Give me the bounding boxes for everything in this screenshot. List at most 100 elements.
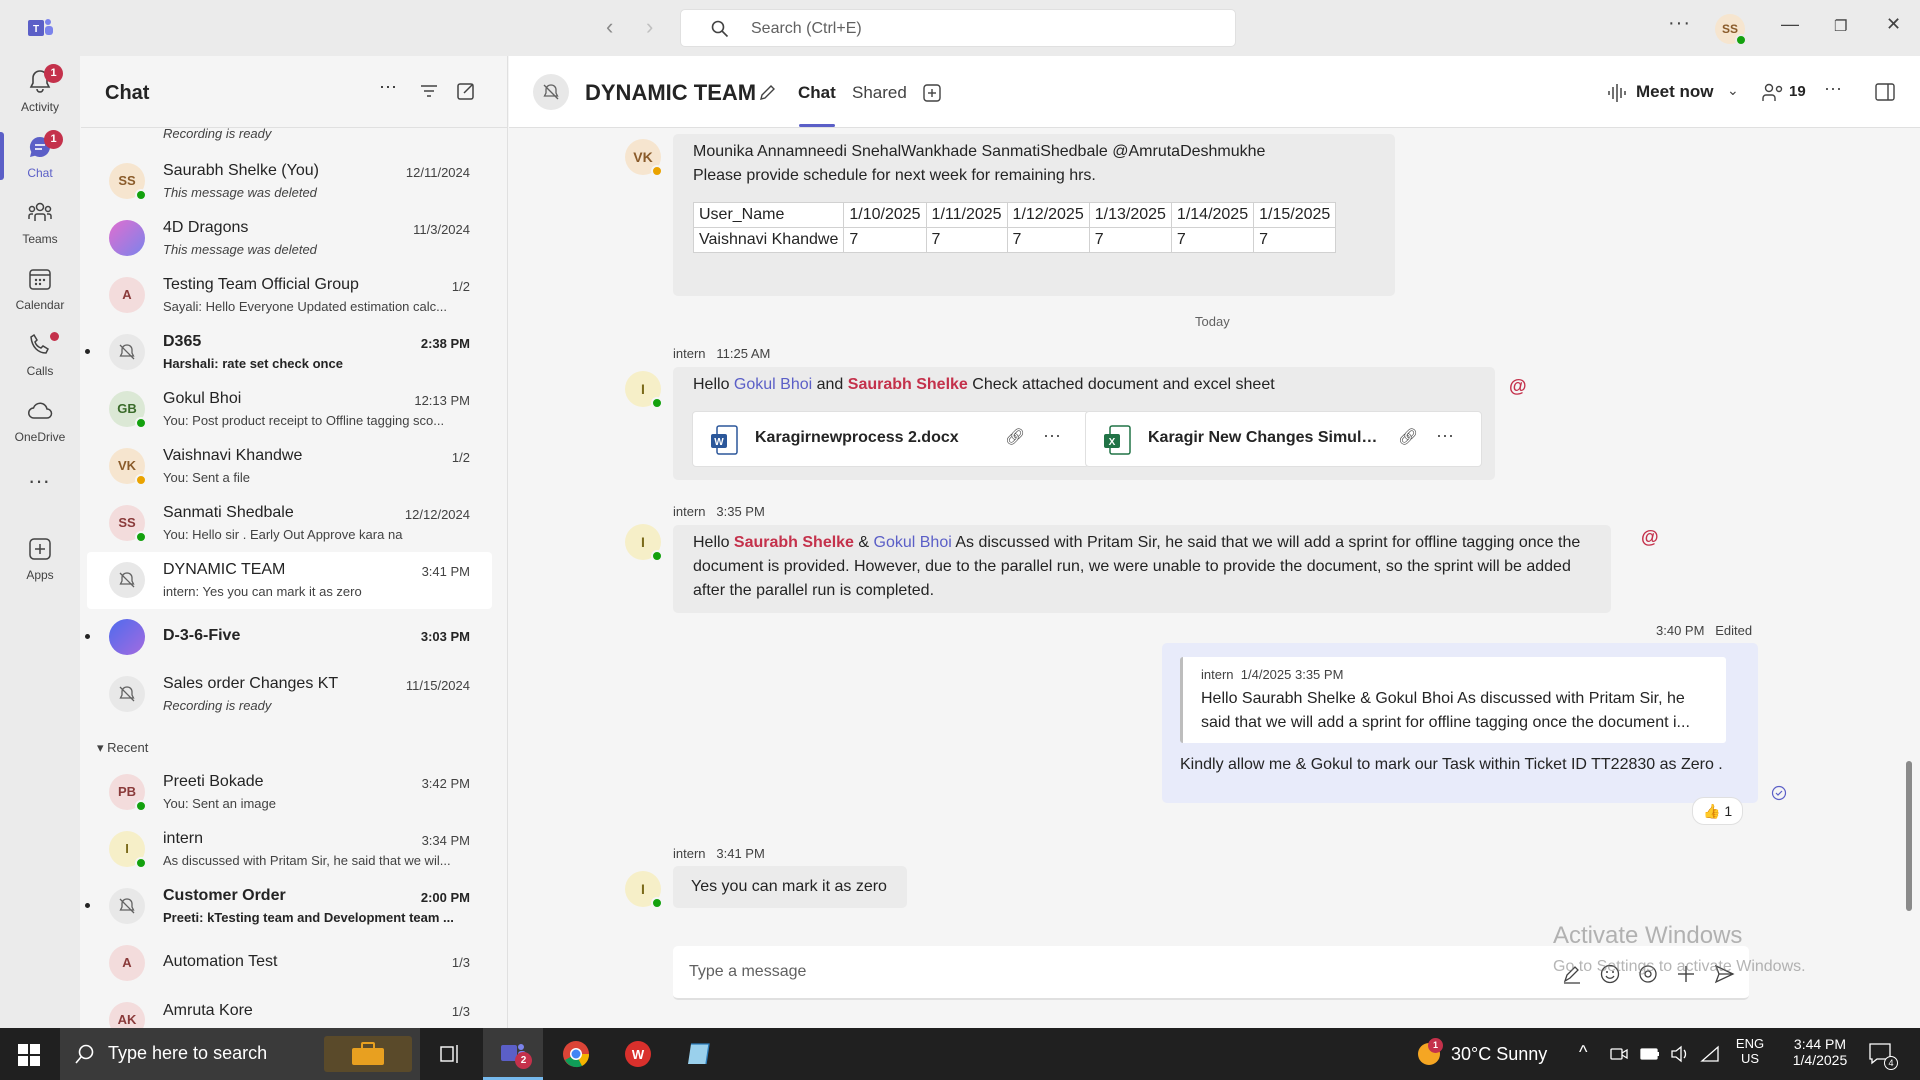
search-box[interactable]: Search (Ctrl+E): [680, 9, 1236, 47]
rail-chat[interactable]: 1 Chat: [0, 128, 80, 192]
meet-now-button[interactable]: Meet now: [1636, 82, 1713, 102]
chat-list-item[interactable]: VK Vaishnavi Khandwe You: Sent a file 1/…: [87, 438, 492, 495]
add-tab-icon[interactable]: [922, 83, 942, 103]
filter-icon[interactable]: [418, 80, 440, 102]
message-bubble-mine[interactable]: intern 1/4/2025 3:35 PM Hello Saurabh Sh…: [1162, 643, 1758, 803]
rail-activity[interactable]: 1 Activity: [0, 62, 80, 126]
user-avatar[interactable]: SS: [1715, 14, 1747, 46]
edit-pencil-icon[interactable]: [758, 82, 778, 102]
chat-list-item[interactable]: D365 Harshali: rate set check once 2:38 …: [85, 324, 492, 381]
cloud-icon: [28, 402, 53, 419]
taskbar-app[interactable]: [670, 1028, 730, 1080]
avatar[interactable]: VK: [625, 139, 663, 177]
clock[interactable]: 3:44 PM 1/4/2025: [1780, 1036, 1860, 1068]
chat-list-item[interactable]: A Testing Team Official Group Sayali: He…: [87, 267, 492, 324]
participants-icon[interactable]: [1761, 82, 1785, 104]
wifi-icon[interactable]: [1700, 1045, 1720, 1063]
teams-logo-icon[interactable]: T: [26, 16, 54, 40]
chat-list-item-selected[interactable]: DYNAMIC TEAM intern: Yes you can mark it…: [87, 552, 492, 609]
chat-list-item[interactable]: 4D Dragons This message was deleted 11/3…: [87, 210, 492, 267]
message-bubble[interactable]: Hello Saurabh Shelke & Gokul Bhoi As dis…: [673, 525, 1611, 613]
rail-more[interactable]: ···: [0, 468, 80, 498]
chat-list-item[interactable]: Customer Order Preeti: kTesting team and…: [85, 878, 492, 935]
windows-start-icon[interactable]: [18, 1044, 40, 1066]
rail-calendar[interactable]: Calendar: [0, 260, 80, 324]
forward-arrow-icon[interactable]: ›: [646, 14, 653, 40]
user-initials: SS: [1721, 22, 1738, 36]
more-options-icon[interactable]: ···: [379, 76, 401, 98]
scrollbar-thumb[interactable]: [1906, 761, 1912, 911]
message-meta: intern 3:41 PM: [673, 846, 765, 861]
chat-list-item[interactable]: Sales order Changes KT Recording is read…: [87, 666, 492, 723]
chat-list-item[interactable]: D-3-6-Five 3:03 PM: [85, 609, 492, 666]
avatar-initials: SS: [118, 173, 136, 188]
search-icon: [711, 20, 729, 38]
show-hidden-icons-chevron[interactable]: ^: [1579, 1042, 1587, 1063]
more-options-icon[interactable]: ···: [1824, 78, 1842, 99]
quoted-reply[interactable]: intern 1/4/2025 3:35 PM Hello Saurabh Sh…: [1180, 657, 1726, 743]
file-attachment-xlsx[interactable]: X Karagir New Changes Simulat... 🔗︎ ···: [1085, 411, 1482, 467]
mention-you[interactable]: Saurabh Shelke: [848, 376, 968, 393]
mention-you[interactable]: Saurabh Shelke: [734, 534, 854, 551]
taskbar-chrome[interactable]: [546, 1028, 606, 1080]
message-time: 3:35 PM: [716, 504, 765, 519]
more-options-icon[interactable]: ···: [1436, 425, 1454, 446]
task-view-button[interactable]: [420, 1028, 480, 1080]
presence-available-icon: [651, 550, 663, 562]
rail-label: Apps: [26, 568, 54, 582]
message-bubble[interactable]: Yes you can mark it as zero: [673, 866, 907, 908]
rail-apps[interactable]: Apps: [0, 530, 80, 594]
chat-list-item[interactable]: AK Amruta Kore 1/3: [87, 992, 492, 1028]
mention-link[interactable]: Gokul Bhoi: [874, 534, 952, 551]
chat-list-item[interactable]: SS Saurabh Shelke (You) This message was…: [87, 153, 492, 210]
avatar[interactable]: I: [625, 524, 663, 562]
search-icon: [75, 1044, 94, 1064]
wps-office-icon: W: [625, 1041, 651, 1067]
open-side-pane-icon[interactable]: [1874, 82, 1896, 102]
tab-chat[interactable]: Chat: [798, 83, 836, 103]
chat-list-item[interactable]: PB Preeti Bokade You: Sent an image 3:42…: [87, 764, 492, 821]
weather-text[interactable]: 30°C Sunny: [1451, 1044, 1547, 1065]
back-arrow-icon[interactable]: ‹: [606, 14, 613, 40]
message-text: Hello Gokul Bhoi and Saurabh Shelke Chec…: [693, 373, 1475, 397]
file-attachment-docx[interactable]: W Karagirnewprocess 2.docx 🔗︎ ···: [692, 411, 1089, 467]
bell-off-icon: [119, 572, 135, 588]
new-chat-icon[interactable]: [455, 80, 477, 102]
unread-dot: [85, 634, 90, 639]
chat-list-item[interactable]: SS Sanmati Shedbale You: Hello sir . Ear…: [87, 495, 492, 552]
chat-list-item[interactable]: A Automation Test 1/3: [87, 935, 492, 992]
restore-icon[interactable]: ❐: [1834, 17, 1847, 35]
rail-calls[interactable]: Calls: [0, 326, 80, 390]
copy-link-icon[interactable]: 🔗︎: [1005, 427, 1025, 447]
recent-section-label[interactable]: ▾ Recent: [97, 740, 148, 756]
rail-teams[interactable]: Teams: [0, 194, 80, 258]
close-icon[interactable]: ✕: [1886, 14, 1901, 35]
chat-list-item[interactable]: I intern As discussed with Pritam Sir, h…: [87, 821, 492, 878]
settings-more-icon[interactable]: ···: [1668, 12, 1691, 35]
taskbar-search[interactable]: Type here to search: [60, 1028, 420, 1080]
taskbar-teams[interactable]: 2: [483, 1028, 543, 1080]
language-indicator[interactable]: ENG US: [1732, 1036, 1768, 1066]
rail-onedrive[interactable]: OneDrive: [0, 392, 80, 456]
tab-shared[interactable]: Shared: [852, 83, 907, 103]
message-author: intern: [673, 504, 706, 519]
chat-list-item[interactable]: GB Gokul Bhoi You: Post product receipt …: [87, 381, 492, 438]
mention-link[interactable]: Gokul Bhoi: [734, 376, 812, 393]
meet-now-tray-icon[interactable]: [1610, 1045, 1628, 1063]
message-text: Yes you can mark it as zero: [691, 878, 887, 895]
avatar[interactable]: I: [625, 371, 663, 409]
taskbar-wps[interactable]: W: [608, 1028, 668, 1080]
volume-icon[interactable]: [1670, 1045, 1690, 1063]
chat-name: Sales order Changes KT: [163, 675, 339, 692]
group-avatar[interactable]: [533, 74, 569, 110]
reaction-like[interactable]: 👍 1: [1692, 797, 1744, 825]
keyboard-layout: US: [1740, 1051, 1760, 1066]
more-apps-icon: ···: [28, 468, 50, 493]
more-options-icon[interactable]: ···: [1043, 425, 1061, 446]
minimize-icon[interactable]: —: [1781, 14, 1799, 35]
chevron-down-icon[interactable]: ⌄: [1727, 82, 1739, 99]
copy-link-icon[interactable]: 🔗︎: [1398, 427, 1418, 447]
message-bubble[interactable]: Mounika Annamneedi SnehalWankhade Sanmat…: [673, 134, 1395, 296]
avatar[interactable]: I: [625, 871, 663, 909]
battery-icon[interactable]: [1640, 1046, 1660, 1062]
